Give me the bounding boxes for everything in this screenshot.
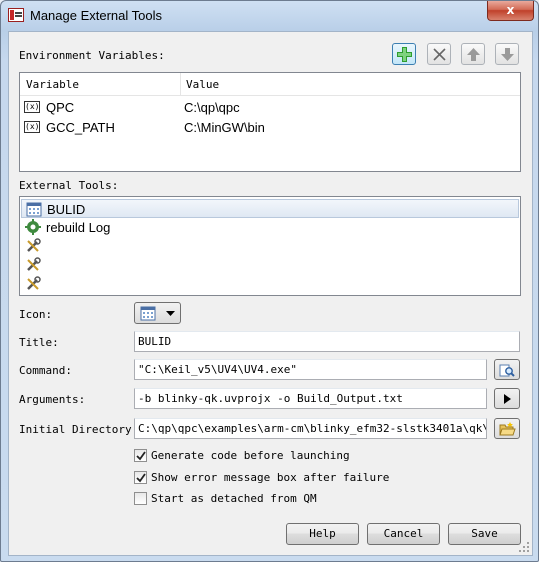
initial-directory-input[interactable]: C:\qp\qpc\examples\arm-cm\blinky_efm32-s… [134, 418, 487, 439]
tool-calendar-icon [26, 202, 42, 217]
arguments-label: Arguments: [19, 393, 86, 406]
tool-list-item[interactable] [21, 237, 519, 256]
arrow-right-icon [504, 394, 511, 404]
add-button[interactable] [392, 43, 416, 65]
wrench-icon [27, 276, 41, 290]
move-down-icon [501, 48, 514, 61]
arguments-menu-button[interactable] [494, 388, 520, 409]
tools-section-label: External Tools: [19, 179, 119, 192]
icon-label: Icon: [19, 308, 53, 321]
tool-gear-icon [25, 219, 41, 235]
checkmark-icon [136, 473, 146, 483]
tool-list-item[interactable]: BULID [21, 199, 519, 218]
move-down-button[interactable] [495, 43, 519, 65]
chevron-down-icon [166, 311, 175, 316]
tool-item-label: rebuild Log [46, 220, 111, 235]
browse-command-button[interactable] [494, 359, 520, 380]
variable-icon: (x) [24, 121, 40, 133]
move-up-icon [467, 48, 480, 61]
tool-list-item[interactable] [21, 275, 519, 294]
env-variable-name: QPC [46, 100, 75, 115]
env-row[interactable]: (x) GCC_PATH C:\MinGW\bin [20, 118, 520, 138]
env-variables-table[interactable]: Variable Value (x) QPC C:\qp\qpc (x) GCC… [19, 72, 521, 172]
arguments-input[interactable]: -b blinky-qk.uvprojx -o Build_Output.txt [134, 388, 487, 409]
resize-grip-icon[interactable] [518, 541, 530, 553]
variable-icon: (x) [24, 101, 40, 113]
env-variable-value: C:\qp\qpc [184, 100, 240, 115]
browse-file-icon [499, 364, 515, 377]
show-error-label[interactable]: Show error message box after failure [151, 471, 389, 484]
window-title: Manage External Tools [30, 8, 163, 23]
wrench-icon [27, 257, 41, 271]
title-bar[interactable]: Manage External Tools x [1, 1, 538, 31]
tool-calendar-icon [140, 306, 156, 321]
browse-directory-button[interactable] [494, 418, 520, 439]
env-row[interactable]: (x) QPC C:\qp\qpc [20, 98, 520, 118]
title-input[interactable]: BULID [134, 331, 520, 352]
tool-list-item[interactable] [21, 256, 519, 275]
app-icon [8, 8, 24, 22]
column-header-value[interactable]: Value [186, 78, 219, 91]
generate-code-checkbox[interactable] [134, 449, 147, 462]
wrench-icon [27, 238, 41, 252]
title-label: Title: [19, 336, 59, 349]
close-button[interactable]: x [487, 1, 534, 21]
tool-item-label: BULID [47, 202, 86, 217]
env-variable-name: GCC_PATH [46, 120, 115, 135]
tool-list-item[interactable]: rebuild Log [21, 218, 519, 237]
env-variable-value: C:\MinGW\bin [184, 120, 265, 135]
add-icon [397, 47, 412, 62]
start-detached-label[interactable]: Start as detached from QM [151, 492, 317, 505]
column-header-variable[interactable]: Variable [26, 78, 79, 91]
start-detached-checkbox[interactable] [134, 492, 147, 505]
cancel-button[interactable]: Cancel [367, 523, 440, 545]
dialog-body: Environment Variables: Variable Value (x… [8, 31, 533, 556]
show-error-checkbox[interactable] [134, 471, 147, 484]
env-section-label: Environment Variables: [19, 49, 165, 62]
delete-icon [433, 48, 446, 61]
command-input[interactable]: "C:\Keil_v5\UV4\UV4.exe" [134, 359, 487, 380]
folder-open-icon [499, 422, 516, 436]
move-up-button[interactable] [461, 43, 485, 65]
checkmark-icon [136, 451, 146, 461]
delete-button[interactable] [427, 43, 451, 65]
command-label: Command: [19, 364, 72, 377]
generate-code-label[interactable]: Generate code before launching [151, 449, 350, 462]
external-tools-list[interactable]: BULID rebuild Log [19, 196, 521, 296]
icon-picker-button[interactable] [134, 302, 181, 324]
env-table-header: Variable Value [20, 73, 520, 96]
help-button[interactable]: Help [286, 523, 359, 545]
initial-directory-label: Initial Directory: [19, 423, 139, 436]
save-button[interactable]: Save [448, 523, 521, 545]
dialog-window: Manage External Tools x Environment Vari… [0, 0, 539, 562]
